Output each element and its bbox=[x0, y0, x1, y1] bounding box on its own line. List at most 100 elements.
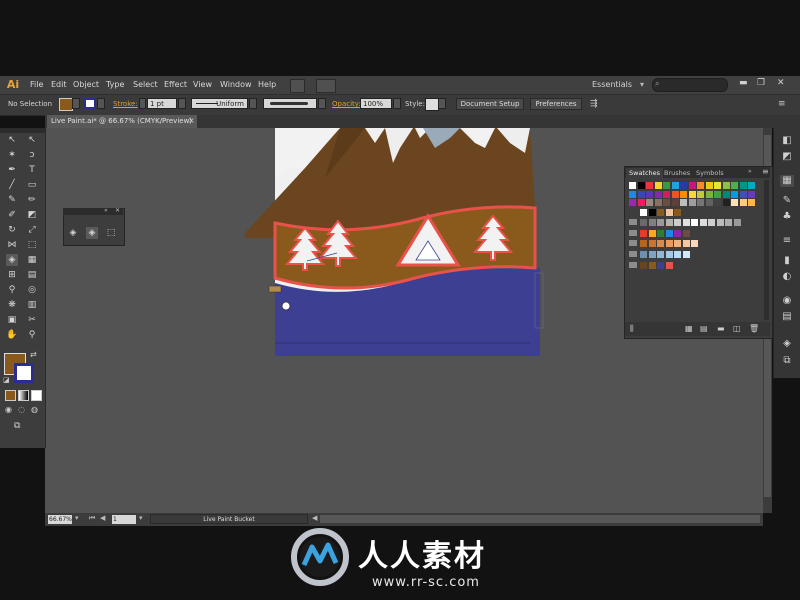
swatch[interactable] bbox=[680, 182, 687, 189]
tab-swatches[interactable]: Swatches bbox=[626, 168, 664, 178]
color-guide-icon[interactable]: ◩ bbox=[780, 151, 794, 163]
tab-brushes[interactable]: Brushes bbox=[661, 168, 693, 178]
swatch[interactable] bbox=[665, 230, 673, 237]
chevron-down-icon[interactable]: ▾ bbox=[139, 514, 143, 522]
blend-tool-icon[interactable]: ◎ bbox=[26, 284, 38, 296]
swatch[interactable] bbox=[646, 182, 653, 189]
swatches-scrollbar[interactable] bbox=[764, 180, 769, 320]
live-paint-bucket-tool-icon[interactable]: ◈ bbox=[67, 227, 79, 239]
magic-wand-tool-icon[interactable]: ✶ bbox=[6, 149, 18, 161]
artboard-tool-icon[interactable]: ▣ bbox=[6, 314, 18, 326]
live-paint-bucket-tool-icon[interactable]: ◈ bbox=[6, 254, 18, 266]
swatch[interactable] bbox=[705, 182, 713, 189]
new-color-group-icon[interactable]: ▬ bbox=[717, 324, 725, 333]
swatch[interactable] bbox=[716, 219, 724, 226]
swatch[interactable] bbox=[705, 190, 713, 198]
swatch[interactable] bbox=[725, 219, 732, 226]
swatch[interactable] bbox=[654, 199, 662, 206]
stroke-panel-icon[interactable]: ≡ bbox=[780, 235, 794, 247]
menu-view[interactable]: View bbox=[193, 80, 212, 89]
swatch[interactable] bbox=[722, 182, 730, 189]
floating-panel-header[interactable] bbox=[63, 208, 123, 215]
scroll-left-icon[interactable]: ◀ bbox=[312, 514, 317, 522]
swatch[interactable] bbox=[629, 182, 636, 189]
eyedropper-tool-icon[interactable]: ⚲ bbox=[6, 284, 18, 296]
menu-edit[interactable]: Edit bbox=[51, 80, 67, 89]
swatch[interactable] bbox=[637, 182, 645, 189]
color-group-folder-icon[interactable] bbox=[629, 219, 637, 225]
swatch[interactable] bbox=[731, 199, 738, 206]
horizontal-scroll-thumb[interactable] bbox=[320, 515, 760, 523]
appearance-panel-icon[interactable]: ◉ bbox=[780, 295, 794, 307]
opacity-label[interactable]: Opacity: bbox=[332, 100, 361, 108]
menu-help[interactable]: Help bbox=[258, 80, 276, 89]
swatch-options-icon[interactable]: ▤ bbox=[700, 324, 708, 333]
artboards-panel-icon[interactable]: ⧉ bbox=[780, 355, 794, 367]
zoom-field[interactable]: 66.67% bbox=[48, 515, 72, 524]
swatch[interactable] bbox=[629, 190, 636, 198]
menu-window[interactable]: Window bbox=[220, 80, 252, 89]
swatches-panel-icon[interactable]: ▦ bbox=[780, 175, 794, 187]
rotate-tool-icon[interactable]: ↻ bbox=[6, 224, 18, 236]
expand-icon[interactable]: » bbox=[748, 168, 752, 175]
color-group-folder-icon[interactable] bbox=[629, 251, 637, 257]
scale-tool-icon[interactable]: ⤢ bbox=[26, 224, 38, 236]
swatch[interactable] bbox=[697, 190, 704, 198]
stroke-stepper[interactable] bbox=[139, 98, 146, 109]
close-icon[interactable]: ✕ bbox=[115, 207, 120, 214]
swatch[interactable] bbox=[722, 199, 730, 206]
brush-dropdown[interactable] bbox=[318, 98, 326, 109]
swatch[interactable] bbox=[674, 209, 681, 216]
swatch[interactable] bbox=[674, 251, 681, 258]
column-graph-tool-icon[interactable]: ▥ bbox=[26, 299, 38, 311]
live-paint-selection-tool-icon[interactable]: ⬚ bbox=[105, 227, 117, 239]
opacity-dropdown[interactable] bbox=[393, 98, 401, 109]
stroke-color-box[interactable] bbox=[14, 363, 34, 383]
perspective-grid-tool-icon[interactable]: ▦ bbox=[26, 254, 38, 266]
pen-tool-icon[interactable]: ✒ bbox=[6, 164, 18, 176]
swatch[interactable] bbox=[648, 240, 656, 247]
swatch[interactable] bbox=[705, 199, 713, 206]
swatch[interactable] bbox=[637, 190, 645, 198]
swatch[interactable] bbox=[640, 240, 647, 247]
swatch[interactable] bbox=[665, 209, 673, 216]
swatch[interactable] bbox=[714, 199, 721, 206]
symbol-sprayer-tool-icon[interactable]: ❋ bbox=[6, 299, 18, 311]
color-group-folder-icon[interactable] bbox=[629, 262, 637, 268]
swatch[interactable] bbox=[665, 262, 673, 269]
swatch[interactable] bbox=[665, 240, 673, 247]
stroke-swatch[interactable] bbox=[84, 98, 96, 109]
swatch[interactable] bbox=[646, 199, 653, 206]
rectangle-tool-icon[interactable]: ▭ bbox=[26, 179, 38, 191]
swatch[interactable] bbox=[682, 230, 690, 237]
artwork[interactable] bbox=[245, 128, 545, 358]
draw-behind-icon[interactable]: ◌ bbox=[18, 405, 25, 414]
stroke-weight-dropdown[interactable] bbox=[178, 98, 186, 109]
swatch[interactable] bbox=[691, 219, 698, 226]
delete-swatch-icon[interactable]: 🗑 bbox=[749, 324, 759, 333]
panel-menu-icon[interactable]: ≡ bbox=[762, 167, 769, 176]
swatch[interactable] bbox=[657, 209, 664, 216]
swatch[interactable] bbox=[657, 219, 664, 226]
swatch[interactable] bbox=[674, 230, 681, 237]
show-kinds-icon[interactable]: ▦ bbox=[685, 324, 693, 333]
width-tool-icon[interactable]: ⋈ bbox=[6, 239, 18, 251]
fill-swatch[interactable] bbox=[59, 98, 73, 111]
swatch[interactable] bbox=[691, 240, 698, 247]
swatch[interactable] bbox=[688, 182, 696, 189]
default-colors-icon[interactable]: ◪ bbox=[3, 376, 10, 384]
maximize-icon[interactable]: ❐ bbox=[757, 78, 765, 88]
swatch[interactable] bbox=[663, 182, 670, 189]
brushes-panel-icon[interactable]: ✎ bbox=[780, 195, 794, 207]
swatch[interactable] bbox=[714, 190, 721, 198]
swatch[interactable] bbox=[731, 190, 738, 198]
swatch[interactable] bbox=[714, 182, 721, 189]
free-transform-tool-icon[interactable]: ⬚ bbox=[26, 239, 38, 251]
none-mode-icon[interactable] bbox=[31, 390, 42, 401]
close-window-icon[interactable]: ✕ bbox=[777, 78, 785, 88]
swatch[interactable] bbox=[748, 199, 755, 206]
menu-type[interactable]: Type bbox=[106, 80, 124, 89]
swatch[interactable] bbox=[722, 190, 730, 198]
swatch[interactable] bbox=[708, 219, 715, 226]
swatch[interactable] bbox=[663, 190, 670, 198]
